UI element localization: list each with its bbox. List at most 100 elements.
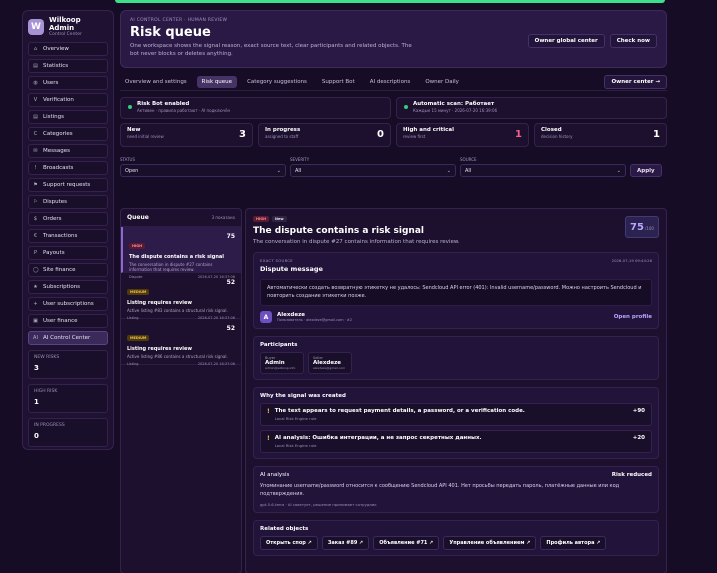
sidebar-item-orders[interactable]: $ Orders	[28, 212, 108, 226]
sidebar-item-transactions[interactable]: € Transactions	[28, 229, 108, 243]
why-card: Why the signal was created ! The text app…	[253, 387, 659, 459]
warning-icon: !	[267, 435, 270, 442]
source-filter-select[interactable]: All ⌄	[460, 164, 626, 177]
sidebar-item-label: Statistics	[43, 63, 69, 69]
sidebar-stat-high-risk: High risk 1	[28, 384, 108, 413]
page-header: AI control center · human review Risk qu…	[120, 10, 667, 68]
count-value: 1	[653, 129, 660, 140]
auto-scan-status: Automatic scan: Работает Каждые 15 минут…	[396, 97, 667, 119]
queue-item-score: 52	[226, 325, 235, 332]
detail-subtitle: The conversation in dispute #27 contains…	[253, 239, 460, 245]
sidebar-item-subscriptions[interactable]: ★ Subscriptions	[28, 280, 108, 294]
related-link-5[interactable]: Профиль автора ↗	[540, 536, 607, 550]
sidebar-item-verification[interactable]: V Verification	[28, 93, 108, 107]
risk-score-max: /100	[644, 226, 654, 231]
reason-item: ! The text appears to request payment det…	[260, 403, 652, 426]
sidebar-item-categories[interactable]: C Categories	[28, 127, 108, 141]
open-profile-link[interactable]: Open profile	[614, 314, 652, 320]
tab-support-bot[interactable]: Support Bot	[317, 76, 360, 88]
verification-icon: V	[33, 97, 38, 103]
status-dot	[404, 105, 408, 109]
risk-bot-subtitle: Активен · правила работают · AI подключё…	[137, 108, 231, 113]
sidebar-stat-new-risks: New risks 3	[28, 350, 108, 379]
sidebar-item-listings[interactable]: ▤ Listings	[28, 110, 108, 124]
severity-badge: MEDIUM	[127, 289, 150, 295]
sidebar-stats: New risks 3 High risk 1 In progress 0	[28, 350, 108, 447]
sidebar-item-broadcasts[interactable]: ! Broadcasts	[28, 161, 108, 175]
sidebar-item-disputes[interactable]: ⚐ Disputes	[28, 195, 108, 209]
source-title: Dispute message	[260, 265, 323, 273]
participant-buyer[interactable]: Buyer Admin admin@wilkoop.info	[260, 352, 304, 374]
count-title: High and critical	[403, 127, 454, 133]
ai-analysis-title: AI analysis	[260, 472, 290, 478]
ai-analysis-footer: gpt-5.6-terra · AI советует, решение при…	[260, 502, 377, 507]
tab-owner-daily[interactable]: Owner Daily	[420, 76, 464, 88]
participant-seller[interactable]: Seller Alexdeze alexdeze@gmail.com	[308, 352, 352, 374]
participant-email: admin@wilkoop.info	[265, 366, 296, 370]
tab-overview-and-settings[interactable]: Overview and settings	[120, 76, 192, 88]
queue-item-description: The conversation in dispute #27 contains…	[129, 262, 213, 273]
top-accent-bar	[115, 0, 665, 3]
broadcasts-icon: !	[34, 165, 37, 171]
sidebar-item-support-requests[interactable]: ⚑ Support requests	[28, 178, 108, 192]
severity-filter-value: All	[295, 167, 302, 174]
tab-ai-descriptions[interactable]: AI descriptions	[365, 76, 416, 88]
source-filter-label: Source	[460, 157, 477, 162]
severity-badge: HIGH	[129, 243, 146, 249]
tab-risk-queue[interactable]: Risk queue	[196, 76, 238, 88]
related-link-2[interactable]: Заказ #89 ↗	[321, 536, 370, 550]
tab-category-suggestions[interactable]: Category suggestions	[242, 76, 312, 88]
sidebar-item-user-subscriptions[interactable]: + User subscriptions	[28, 297, 108, 311]
overview-icon: ⌂	[33, 46, 38, 52]
orders-icon: $	[33, 216, 38, 222]
participant-email: alexdeze@gmail.com	[313, 366, 346, 370]
participants-title: Participants	[260, 342, 298, 348]
sidebar-item-statistics[interactable]: ▤ Statistics	[28, 59, 108, 73]
check-now-button[interactable]: Check now	[609, 34, 657, 48]
count-value: 0	[377, 129, 384, 140]
count-subtitle: review first	[403, 134, 426, 139]
sidebar-item-users[interactable]: ◍ Users	[28, 76, 108, 90]
filters: Status Open ⌄ Severity All ⌄ Source All ⌄ A…	[120, 157, 667, 177]
detail-title: The dispute contains a risk signal	[253, 226, 424, 236]
auto-scan-title: Automatic scan: Работает	[413, 101, 495, 107]
chevron-down-icon: ⌄	[276, 167, 281, 174]
sidebar-item-overview[interactable]: ⌂ Overview	[28, 42, 108, 56]
related-link-4[interactable]: Управление объявлением ↗	[443, 536, 537, 550]
queue-item[interactable]: MEDIUM 52 Listing requires review Active li…	[121, 273, 241, 320]
queue-count: 3 показано	[211, 215, 235, 220]
sidebar-item-label: Transactions	[43, 233, 78, 239]
sidebar-item-label: Overview	[43, 46, 69, 52]
status-filter-select[interactable]: Open ⌄	[120, 164, 286, 177]
risk-score-value: 75	[630, 221, 644, 233]
sidebar-item-label: Users	[43, 80, 59, 86]
count-title: New	[127, 127, 141, 133]
why-title: Why the signal was created	[260, 393, 346, 399]
risk-score: 75 /100	[625, 216, 659, 238]
sidebar-item-user-finance[interactable]: ▣ User finance	[28, 314, 108, 328]
listings-icon: ▤	[33, 114, 38, 120]
queue-item-type: Listing	[127, 362, 139, 367]
severity-filter-select[interactable]: All ⌄	[290, 164, 456, 177]
queue-item[interactable]: MEDIUM 52 Listing requires review Active li…	[121, 319, 241, 367]
user-subscriptions-icon: +	[33, 301, 38, 307]
count-card-new: New need initial review 3	[120, 123, 253, 147]
sidebar-item-payouts[interactable]: P Payouts	[28, 246, 108, 260]
apply-button[interactable]: Apply	[630, 164, 662, 177]
count-card-in-progress: In progress assigned to staff 0	[258, 123, 391, 147]
ai-control-center-icon: AI	[33, 335, 38, 341]
queue-item-title: Listing requires review	[127, 300, 192, 306]
sidebar-item-label: Site finance	[43, 267, 76, 273]
sidebar-item-messages[interactable]: ✉ Messages	[28, 144, 108, 158]
transactions-icon: €	[33, 233, 38, 239]
owner-center-button[interactable]: Owner center →	[604, 75, 667, 89]
queue-item[interactable]: HIGH 75 The dispute contains a risk signal…	[121, 227, 241, 279]
sidebar-item-ai-control-center[interactable]: AI AI Control Center	[28, 331, 108, 345]
owner-global-center-button[interactable]: Owner global center	[527, 34, 605, 48]
sidebar-item-site-finance[interactable]: ◯ Site finance	[28, 263, 108, 277]
users-icon: ◍	[33, 80, 38, 86]
related-link-1[interactable]: Открыть спор ↗	[260, 536, 318, 550]
count-subtitle: assigned to staff	[265, 134, 299, 139]
chevron-down-icon: ⌄	[616, 167, 621, 174]
related-link-3[interactable]: Объявление #71 ↗	[373, 536, 440, 550]
